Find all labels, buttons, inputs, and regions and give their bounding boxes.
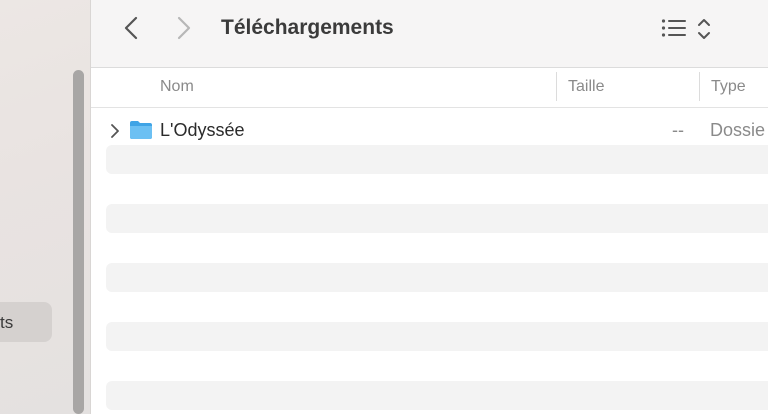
empty-row [106, 263, 768, 292]
chevron-right-icon [111, 124, 119, 138]
file-list: L'Odyssée -- Dossie [91, 108, 768, 414]
file-size: -- [672, 120, 684, 140]
column-divider[interactable] [699, 72, 700, 101]
view-options-button[interactable] [661, 16, 721, 42]
back-button[interactable] [117, 14, 145, 42]
column-divider[interactable] [556, 72, 557, 101]
file-type: Dossie [710, 120, 766, 140]
column-header-type[interactable]: Type [711, 78, 746, 96]
forward-button[interactable] [170, 14, 198, 42]
empty-row [106, 322, 768, 351]
sidebar-item-label: ts [0, 313, 14, 332]
empty-row [106, 204, 768, 233]
chevron-right-icon [177, 16, 191, 40]
folder-icon [129, 120, 153, 140]
column-header-size[interactable]: Taille [568, 78, 604, 96]
empty-row [106, 381, 768, 410]
file-name: L'Odyssée [160, 120, 245, 140]
toolbar: Téléchargements [91, 0, 768, 68]
chevron-left-icon [124, 16, 138, 40]
sidebar: ts [0, 0, 91, 414]
empty-row [106, 145, 768, 174]
sidebar-scrollbar[interactable] [73, 70, 84, 414]
list-item[interactable]: L'Odyssée -- Dossie [106, 116, 768, 146]
column-header: Nom Taille Type [91, 68, 768, 108]
column-header-name[interactable]: Nom [160, 78, 194, 96]
list-view-icon [661, 19, 710, 39]
window-title: Téléchargements [221, 16, 394, 39]
sidebar-item-selected[interactable]: ts [0, 302, 52, 342]
disclosure-triangle[interactable] [109, 123, 121, 139]
